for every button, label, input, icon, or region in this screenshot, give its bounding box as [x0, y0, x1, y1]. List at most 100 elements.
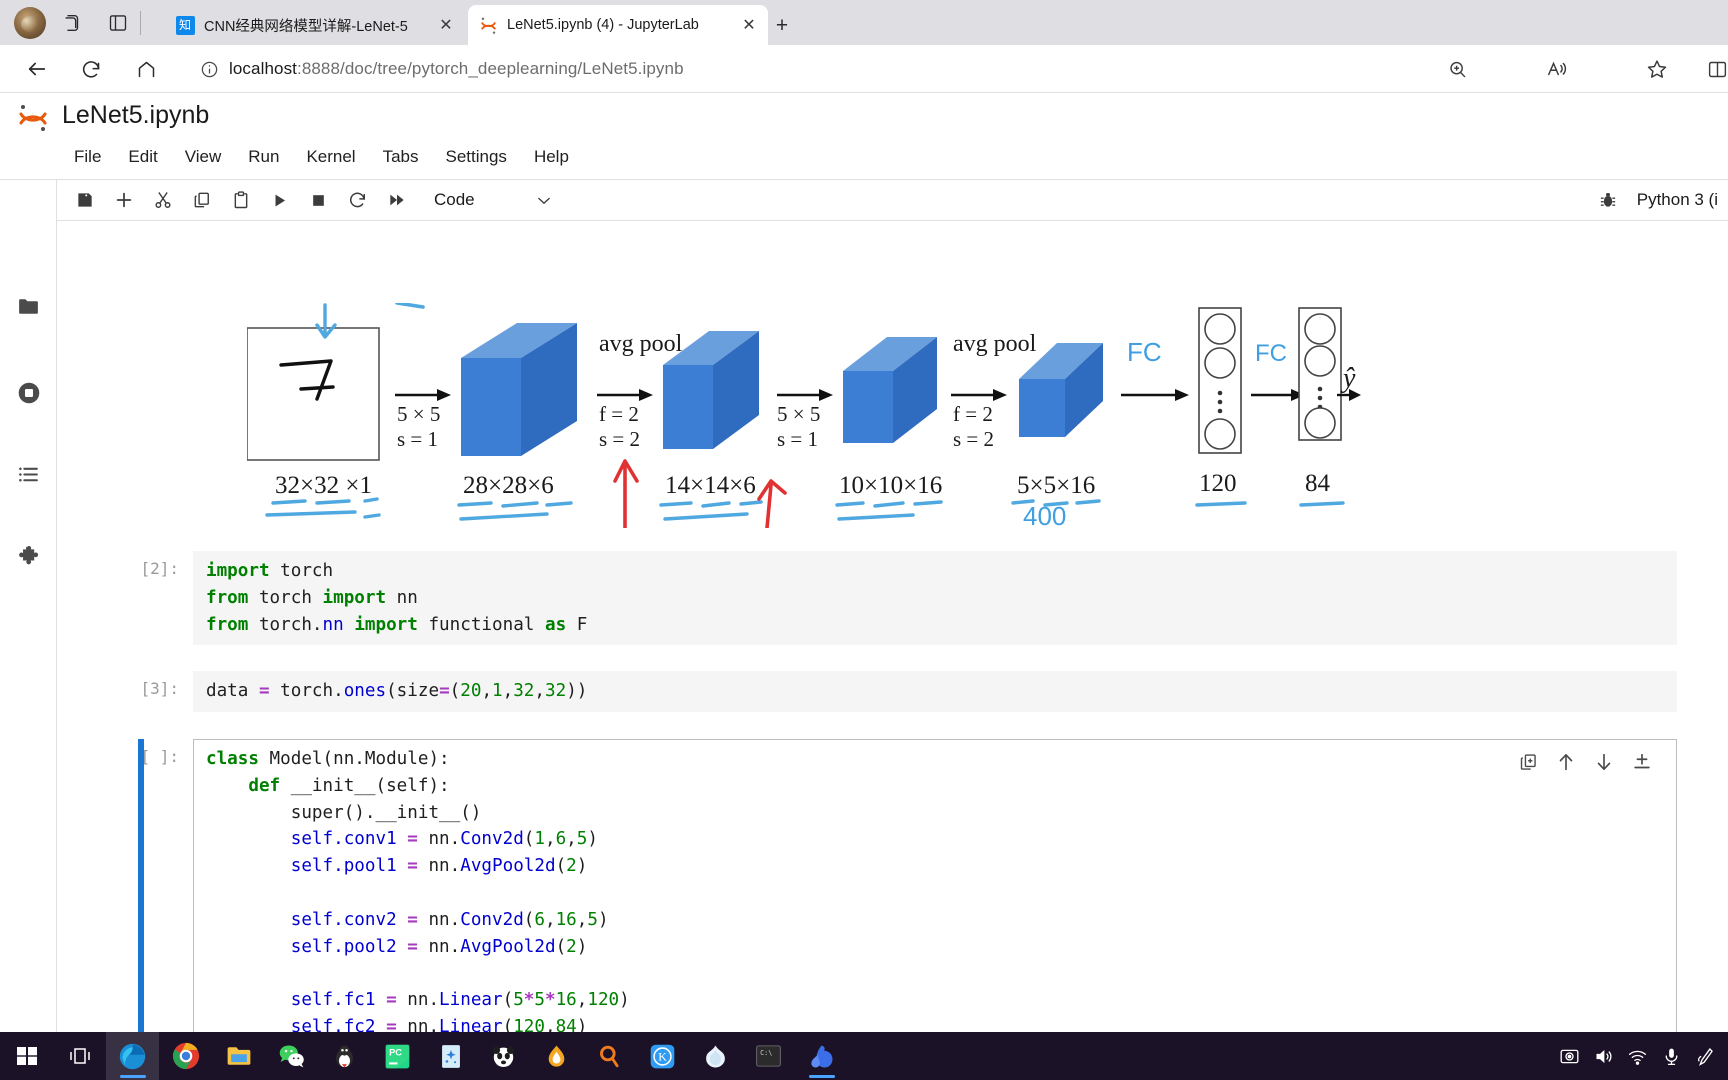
save-icon[interactable] — [67, 185, 102, 215]
cell-code-editor[interactable]: import torch from torch import nn from tor… — [193, 551, 1677, 646]
browser-tab-0[interactable]: 知 CNN经典网络模型详解-LeNet-5 ✕ — [165, 5, 465, 45]
page-title: LeNet5.ipynb — [62, 101, 210, 129]
url-path: :8888/doc/tree/pytorch_deeplearning/LeNe… — [297, 59, 684, 78]
file-explorer-icon[interactable] — [212, 1032, 265, 1080]
menu-tabs[interactable]: Tabs — [371, 144, 431, 170]
menu-run[interactable]: Run — [236, 144, 291, 170]
code-line: from torch.nn import functional as F — [206, 614, 588, 635]
kugou-icon[interactable]: K — [636, 1032, 689, 1080]
move-cell-down-icon[interactable] — [1585, 745, 1623, 779]
restart-run-all-icon[interactable] — [379, 185, 414, 215]
microphone-icon[interactable] — [1654, 1032, 1688, 1080]
volume-icon[interactable] — [1586, 1032, 1620, 1080]
browser-essentials-icon[interactable] — [58, 10, 86, 36]
wechat-icon[interactable] — [265, 1032, 318, 1080]
bug-icon[interactable] — [1593, 185, 1623, 215]
favorite-star-icon[interactable] — [1640, 53, 1674, 85]
menu-view[interactable]: View — [173, 144, 234, 170]
profile-avatar[interactable] — [14, 7, 46, 39]
svg-text:FC: FC — [1127, 337, 1162, 367]
svg-text:5 × 5: 5 × 5 — [777, 402, 820, 426]
app-flame-icon[interactable] — [530, 1032, 583, 1080]
pen-icon[interactable] — [1688, 1032, 1722, 1080]
browser-tab-strip: 知 CNN经典网络模型详解-LeNet-5 ✕ LeNet5.ipynb (4)… — [0, 0, 1728, 45]
duplicate-cell-icon[interactable] — [1509, 745, 1547, 779]
code-line: self.pool2 = nn.AvgPool2d(2) — [206, 936, 588, 957]
close-icon[interactable]: ✕ — [433, 12, 459, 38]
task-view-icon[interactable] — [53, 1032, 106, 1080]
qq-icon[interactable] — [318, 1032, 371, 1080]
read-aloud-icon[interactable] — [1540, 53, 1574, 85]
cell-type-value: Code — [434, 190, 475, 209]
notebook-cell[interactable]: [2]: import torch from torch import nn from… — [117, 551, 1677, 646]
edge-icon[interactable] — [106, 1032, 159, 1080]
file-browser-icon[interactable] — [12, 290, 45, 323]
vertical-tabs-icon[interactable] — [104, 10, 132, 36]
jupyter-logo-icon — [16, 101, 50, 135]
start-icon[interactable] — [0, 1032, 53, 1080]
svg-text:14×14×6: 14×14×6 — [665, 472, 756, 499]
paste-icon[interactable] — [223, 185, 258, 215]
split-screen-icon[interactable] — [1700, 53, 1728, 85]
wifi-icon[interactable] — [1620, 1032, 1654, 1080]
move-cell-up-icon[interactable] — [1547, 745, 1585, 779]
app-blue-icon[interactable] — [424, 1032, 477, 1080]
terminal-icon[interactable]: C:\ — [742, 1032, 795, 1080]
everything-search-icon[interactable] — [583, 1032, 636, 1080]
add-cell-icon[interactable] — [106, 185, 141, 215]
table-of-contents-icon[interactable] — [12, 458, 45, 491]
close-icon[interactable]: ✕ — [736, 12, 762, 38]
url-bar[interactable]: localhost:8888/doc/tree/pytorch_deeplear… — [196, 53, 1436, 85]
cell-code-editor[interactable]: data = torch.ones(size=(20,1,32,32)) — [193, 671, 1677, 712]
kernel-indicator[interactable]: Python 3 (i — [1637, 190, 1718, 210]
notebook-cell-active[interactable]: [ ]: class Model(nn.Module): def __init__… — [117, 739, 1677, 1048]
zhihu-icon: 知 — [175, 15, 195, 35]
code-line: self.conv1 = nn.Conv2d(1,6,5) — [206, 829, 598, 850]
code-line: data = torch.ones(size=(20,1,32,32)) — [206, 681, 588, 701]
notebook-cell[interactable]: [3]: data = torch.ones(size=(20,1,32,32)) — [117, 671, 1677, 712]
anaconda-icon[interactable] — [795, 1032, 848, 1080]
browser-tab-1[interactable]: LeNet5.ipynb (4) - JupyterLab ✕ — [468, 5, 768, 45]
code-line: self.pool1 = nn.AvgPool2d(2) — [206, 856, 588, 877]
insert-cell-icon[interactable] — [1623, 745, 1661, 779]
svg-text:400: 400 — [1023, 501, 1066, 528]
running-sessions-icon[interactable] — [12, 376, 45, 409]
pycharm-icon[interactable]: PC — [371, 1032, 424, 1080]
system-tray — [1552, 1032, 1728, 1080]
copy-icon[interactable] — [184, 185, 219, 215]
menu-help[interactable]: Help — [522, 144, 581, 170]
menu-kernel[interactable]: Kernel — [294, 144, 367, 170]
jupyter-icon — [478, 15, 498, 35]
extensions-icon[interactable] — [12, 540, 45, 573]
stop-icon[interactable] — [301, 185, 336, 215]
svg-text:28×28×6: 28×28×6 — [463, 472, 554, 499]
app-white-icon[interactable] — [689, 1032, 742, 1080]
site-info-icon[interactable] — [196, 56, 222, 82]
screen-capture-icon[interactable] — [1552, 1032, 1586, 1080]
cell-type-select[interactable]: Code — [432, 186, 557, 214]
menu-settings[interactable]: Settings — [434, 144, 519, 170]
menu-edit[interactable]: Edit — [116, 144, 169, 170]
back-arrow-icon[interactable] — [20, 53, 54, 85]
url-text: localhost:8888/doc/tree/pytorch_deeplear… — [229, 59, 684, 79]
home-icon[interactable] — [129, 53, 163, 85]
zoom-magnifier-icon[interactable] — [1440, 53, 1474, 85]
windows-taskbar: PC K C:\ — [0, 1032, 1728, 1080]
svg-text:f = 2: f = 2 — [953, 402, 993, 426]
svg-text:s = 1: s = 1 — [397, 427, 438, 451]
restart-icon[interactable] — [340, 185, 375, 215]
new-tab-button[interactable]: + — [768, 12, 796, 40]
svg-text:120: 120 — [1199, 470, 1237, 497]
code-line: super().__init__() — [206, 802, 482, 823]
jupyterlab-app: LeNet5.ipynb File Edit View Run Kernel T… — [0, 92, 1728, 1080]
run-icon[interactable] — [262, 185, 297, 215]
chrome-icon[interactable] — [159, 1032, 212, 1080]
svg-text:FC: FC — [1255, 340, 1287, 367]
menu-file[interactable]: File — [62, 144, 113, 170]
svg-text:C:\: C:\ — [760, 1049, 772, 1057]
code-line: self.fc1 = nn.Linear(5*5*16,120) — [206, 990, 630, 1011]
reload-icon[interactable] — [74, 53, 108, 85]
cut-icon[interactable] — [145, 185, 180, 215]
cell-code-editor[interactable]: class Model(nn.Module): def __init__(sel… — [193, 739, 1677, 1048]
app-panda-icon[interactable] — [477, 1032, 530, 1080]
